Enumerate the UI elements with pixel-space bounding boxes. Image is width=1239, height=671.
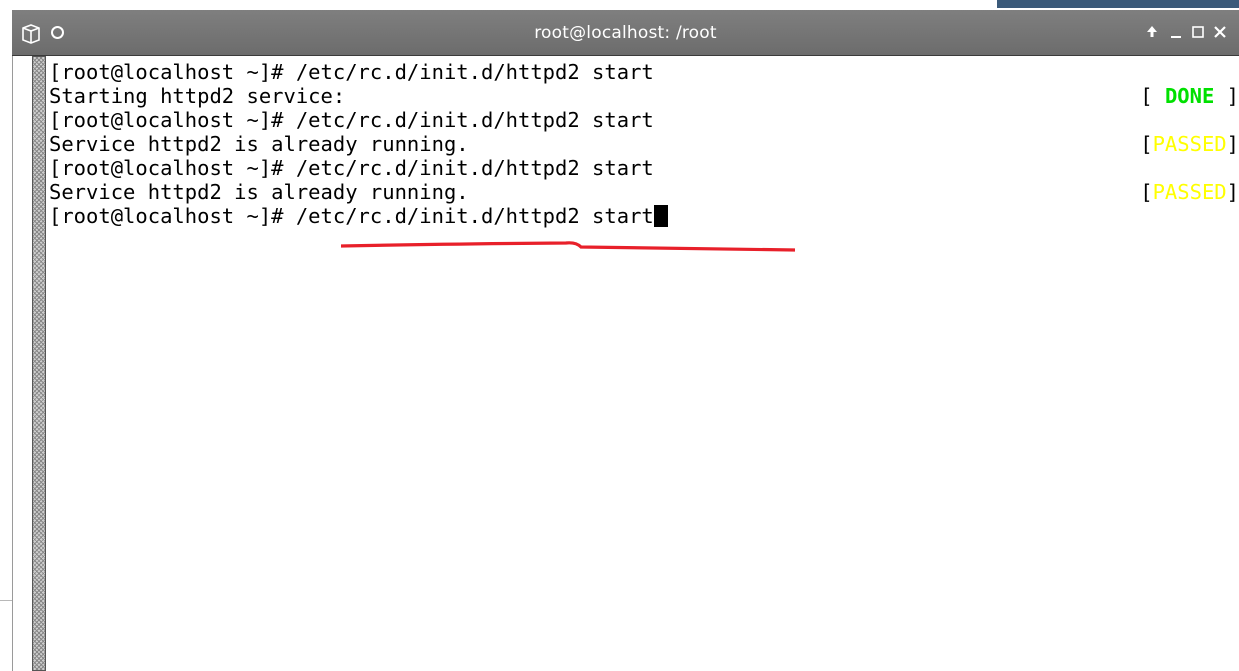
terminal-window: root@localhost: /root [root@localhost ~]… [12,10,1239,671]
terminal-line: [root@localhost ~]# /etc/rc.d/init.d/htt… [49,156,654,180]
titlebar[interactable]: root@localhost: /root [12,10,1239,56]
terminal-output[interactable]: [root@localhost ~]# /etc/rc.d/init.d/htt… [47,56,1239,671]
desktop-panel-strip [997,0,1239,8]
terminal-line: Service httpd2 is already running. [49,180,469,204]
status-passed: [PASSED] [1140,132,1239,156]
minimize-icon[interactable] [1166,22,1186,42]
terminal-line: Starting httpd2 service: [49,84,346,108]
window-title: root@localhost: /root [534,23,717,43]
status-done: [ DONE ] [1140,84,1239,108]
red-underline-annotation [341,241,795,252]
window-left-border [12,56,32,671]
terminal-line: [root@localhost ~]# /etc/rc.d/init.d/htt… [49,108,654,132]
terminal-line: [root@localhost ~]# /etc/rc.d/init.d/htt… [49,60,654,84]
status-passed: [PASSED] [1140,180,1239,204]
arrow-up-icon[interactable] [1142,22,1162,42]
scrollbar[interactable] [32,56,46,671]
maximize-icon[interactable] [1188,22,1208,42]
current-command: /etc/rc.d/init.d/httpd2 start [295,204,654,228]
prompt: [root@localhost ~]# [49,204,296,228]
close-icon[interactable] [1210,22,1230,42]
text-cursor [653,205,668,227]
terminal-line: Service httpd2 is already running. [49,132,469,156]
terminal-prompt-line: [root@localhost ~]# /etc/rc.d/init.d/htt… [49,204,668,228]
